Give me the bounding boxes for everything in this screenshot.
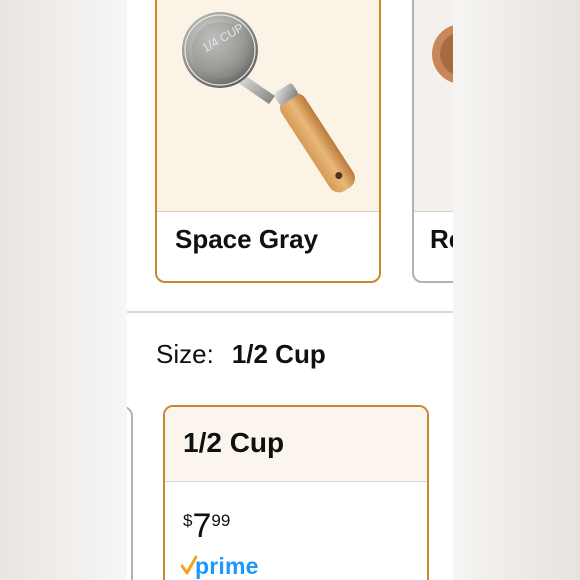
product-thumbnail-partial [432,25,453,83]
price-symbol: $ [183,511,193,530]
size-selected-value: 1/2 Cup [231,339,326,369]
price-whole: 7 [192,507,212,545]
right-background [453,0,580,580]
size-label: Size: [156,339,214,369]
color-option-space-gray[interactable]: 1/4 CUP Space Gray [155,0,381,283]
size-option-label: 1/2 Cup [183,427,285,458]
product-variation-panel: 1/4 CUP Space Gray Re Size: 1/2 Cup 1/2 C… [127,0,453,580]
product-image-2 [414,0,453,212]
color-option-label-2: Re [430,224,453,254]
left-background [0,0,127,580]
product-image: 1/4 CUP [157,0,379,212]
color-option-label: Space Gray [175,224,319,254]
size-selector-header: Size: 1/2 Cup [156,339,326,370]
section-divider [127,311,453,313]
price-fraction: 99 [211,511,231,530]
measuring-cup-product-image: 1/4 CUP [182,12,356,193]
size-option-previous[interactable] [127,406,133,580]
prime-text: prime [195,553,259,579]
size-option-price: $799 [183,507,230,546]
size-option-header: 1/2 Cup [165,407,427,482]
size-option-half-cup[interactable]: 1/2 Cup $799 prime [163,405,429,580]
color-option-2[interactable]: Re [412,0,453,283]
